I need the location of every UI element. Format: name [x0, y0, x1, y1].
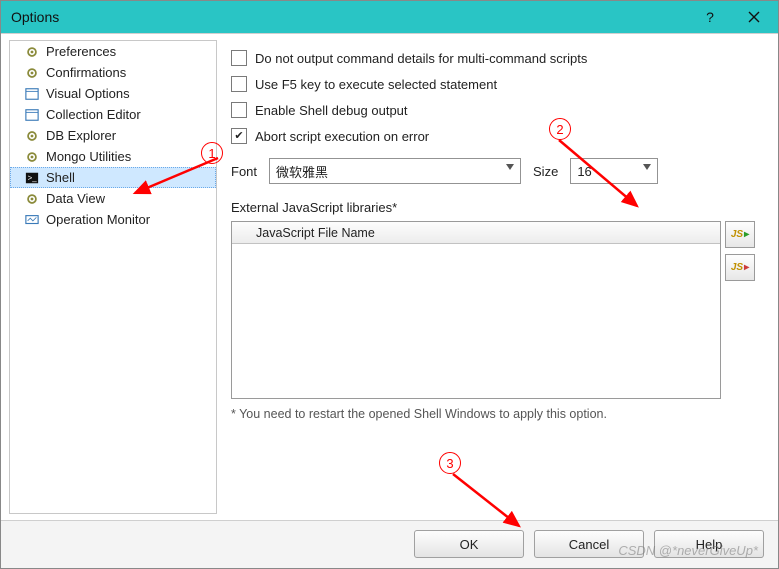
external-js-label: External JavaScript libraries*: [231, 200, 768, 215]
tree-label: Operation Monitor: [46, 212, 150, 227]
gear-icon: [24, 65, 40, 81]
tree-item-data-view[interactable]: Data View: [10, 188, 216, 209]
checkbox[interactable]: [231, 102, 247, 118]
tree-label: Shell: [46, 170, 75, 185]
cancel-button[interactable]: Cancel: [534, 530, 644, 558]
tree-label: Data View: [46, 191, 105, 206]
checkbox-label: Enable Shell debug output: [255, 103, 408, 118]
gear-icon: [24, 128, 40, 144]
checkbox-row-debug-output[interactable]: Enable Shell debug output: [231, 102, 768, 118]
shell-options-panel: Do not output command details for multi-…: [225, 40, 768, 514]
options-dialog: Options ? Preferences Confirmations Visu…: [0, 0, 779, 569]
ok-button[interactable]: OK: [414, 530, 524, 558]
tree-item-preferences[interactable]: Preferences: [10, 41, 216, 62]
chevron-down-icon: [506, 164, 514, 170]
dialog-footer: OK Cancel Help: [1, 520, 778, 567]
help-button-footer[interactable]: Help: [654, 530, 764, 558]
help-button[interactable]: ?: [688, 2, 732, 32]
tree-label: Mongo Utilities: [46, 149, 131, 164]
add-js-button[interactable]: JS▸: [725, 221, 755, 248]
panel-icon: [24, 107, 40, 123]
tree-item-shell[interactable]: >_ Shell: [10, 167, 216, 188]
gear-icon: [24, 149, 40, 165]
size-value: 16: [577, 164, 591, 179]
column-header: JavaScript File Name: [256, 226, 375, 240]
checkbox-row-f5-execute[interactable]: Use F5 key to execute selected statement: [231, 76, 768, 92]
monitor-icon: [24, 212, 40, 228]
tree-label: Collection Editor: [46, 107, 141, 122]
close-icon: [748, 11, 760, 23]
font-size-row: Font 微软雅黑 Size 16: [231, 158, 768, 184]
checkbox-label: Abort script execution on error: [255, 129, 429, 144]
tree-label: Visual Options: [46, 86, 130, 101]
chevron-down-icon: [643, 164, 651, 170]
tree-label: Preferences: [46, 44, 116, 59]
checkbox[interactable]: [231, 50, 247, 66]
checkbox-row-no-output[interactable]: Do not output command details for multi-…: [231, 50, 768, 66]
tree-item-mongo-utilities[interactable]: Mongo Utilities: [10, 146, 216, 167]
restart-footnote: * You need to restart the opened Shell W…: [231, 407, 768, 421]
titlebar: Options ?: [1, 1, 778, 33]
font-combobox[interactable]: 微软雅黑: [269, 158, 521, 184]
tree-item-operation-monitor[interactable]: Operation Monitor: [10, 209, 216, 230]
console-icon: >_: [24, 170, 40, 186]
size-label: Size: [533, 164, 558, 179]
category-tree[interactable]: Preferences Confirmations Visual Options…: [9, 40, 217, 514]
font-value: 微软雅黑: [276, 162, 328, 181]
checkbox-row-abort-error[interactable]: ✔ Abort script execution on error: [231, 128, 768, 144]
font-label: Font: [231, 164, 257, 179]
tree-label: Confirmations: [46, 65, 126, 80]
remove-js-button[interactable]: JS▸: [725, 254, 755, 281]
size-combobox[interactable]: 16: [570, 158, 658, 184]
external-js-list[interactable]: JavaScript File Name: [231, 221, 721, 399]
panel-icon: [24, 86, 40, 102]
window-title: Options: [11, 9, 688, 25]
checkbox-label: Do not output command details for multi-…: [255, 51, 587, 66]
tree-item-confirmations[interactable]: Confirmations: [10, 62, 216, 83]
gear-icon: [24, 44, 40, 60]
tree-item-collection-editor[interactable]: Collection Editor: [10, 104, 216, 125]
list-side-buttons: JS▸ JS▸: [725, 221, 755, 281]
checkbox-label: Use F5 key to execute selected statement: [255, 77, 497, 92]
svg-text:>_: >_: [28, 173, 38, 182]
checkbox[interactable]: ✔: [231, 128, 247, 144]
tree-item-db-explorer[interactable]: DB Explorer: [10, 125, 216, 146]
list-header: JavaScript File Name: [232, 222, 720, 244]
dialog-body: Preferences Confirmations Visual Options…: [1, 33, 778, 520]
external-js-area: JavaScript File Name JS▸ JS▸: [225, 221, 768, 399]
gear-icon: [24, 191, 40, 207]
annotation-3: 3: [439, 452, 461, 474]
tree-label: DB Explorer: [46, 128, 116, 143]
close-button[interactable]: [732, 2, 776, 32]
tree-item-visual-options[interactable]: Visual Options: [10, 83, 216, 104]
checkbox[interactable]: [231, 76, 247, 92]
